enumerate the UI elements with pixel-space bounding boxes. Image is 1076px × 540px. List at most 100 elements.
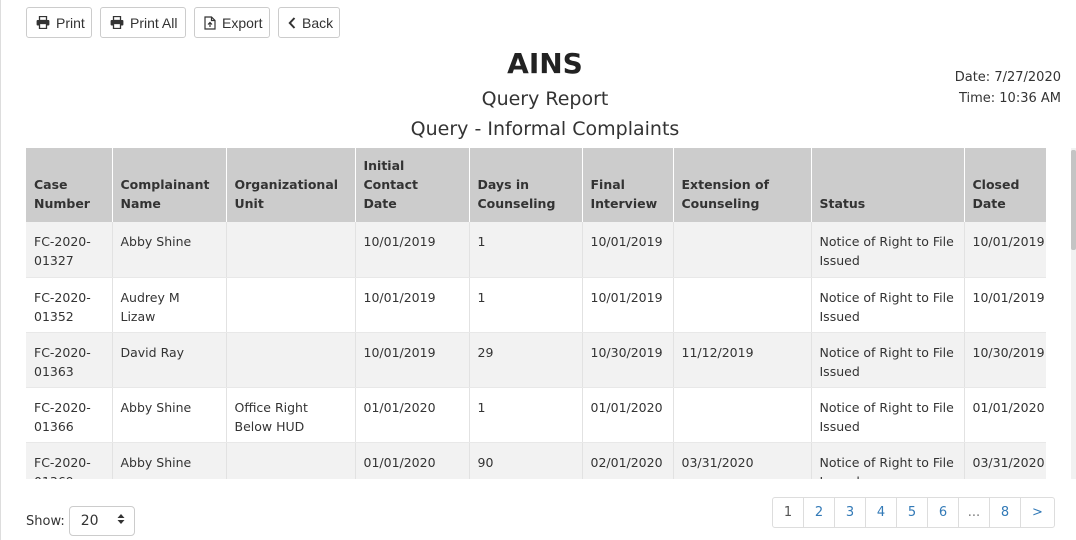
next-page-button[interactable]: > <box>1020 497 1055 528</box>
cell-extension-of-counseling <box>673 222 812 278</box>
table-row[interactable]: FC-2020-01363 David Ray 10/01/2019 29 10… <box>26 332 1046 388</box>
cell-org-unit <box>226 442 356 479</box>
date-label: Date: <box>954 70 991 85</box>
cell-status: Notice of Right to File Issued <box>811 222 965 278</box>
time-label: Time: <box>958 91 996 106</box>
cell-closed-date: 01/01/2020 <box>964 387 1046 443</box>
cell-days-in-counseling: 1 <box>469 277 583 333</box>
cell-days-in-counseling: 1 <box>469 387 583 443</box>
table-row[interactable]: FC-2020-01366 Abby Shine Office Right Be… <box>26 387 1046 443</box>
column-header-case-number[interactable]: Case Number <box>26 148 113 222</box>
printer-icon <box>36 16 50 29</box>
column-header-extension-of-counseling[interactable]: Extension of Counseling <box>673 148 812 222</box>
table-row[interactable]: FC-2020-01369 Abby Shine 01/01/2020 90 0… <box>26 442 1046 479</box>
cell-case-number: FC-2020-01369 <box>26 442 113 479</box>
cell-status: Notice of Right to File Issued <box>811 442 965 479</box>
cell-final-interview: 10/01/2019 <box>582 277 674 333</box>
cell-closed-date: 10/30/2019 <box>964 332 1046 388</box>
page-8-button[interactable]: 8 <box>989 497 1021 528</box>
cell-case-number: FC-2020-01363 <box>26 332 113 388</box>
app-title: AINS <box>507 47 583 80</box>
page-6-button[interactable]: 6 <box>927 497 959 528</box>
cell-org-unit <box>226 332 356 388</box>
cell-initial-contact-date: 10/01/2019 <box>355 277 470 333</box>
column-header-initial-contact-date[interactable]: Initial Contact Date <box>355 148 470 222</box>
scrollbar-thumb[interactable] <box>1071 150 1076 250</box>
cell-case-number: FC-2020-01327 <box>26 222 113 278</box>
toolbar: Print Print All Export Back <box>26 7 340 38</box>
cell-case-number: FC-2020-01352 <box>26 277 113 333</box>
vertical-scrollbar[interactable] <box>1071 148 1076 479</box>
cell-status: Notice of Right to File Issued <box>811 277 965 333</box>
show-label: Show: <box>26 513 65 529</box>
pagination: 1 2 3 4 5 6 ... 8 > <box>772 497 1055 528</box>
cell-org-unit <box>226 277 356 333</box>
cell-extension-of-counseling <box>673 277 812 333</box>
page-size-value: 20 <box>80 513 99 529</box>
results-table: Case Number Complainant Name Organizationa… <box>26 148 1046 479</box>
print-button[interactable]: Print <box>26 7 92 38</box>
cell-closed-date: 10/01/2019 <box>964 277 1046 333</box>
cell-closed-date: 03/31/2020 <box>964 442 1046 479</box>
column-header-organizational-unit[interactable]: Organizational Unit <box>226 148 356 222</box>
cell-complainant-name: David Ray <box>112 332 227 388</box>
column-header-final-interview[interactable]: Final Interview <box>582 148 674 222</box>
cell-final-interview: 01/01/2020 <box>582 387 674 443</box>
cell-complainant-name: Abby Shine <box>112 387 227 443</box>
page-ellipsis: ... <box>958 497 990 528</box>
query-title: Query - Informal Complaints <box>410 118 680 140</box>
print-all-label: Print All <box>130 14 178 31</box>
cell-complainant-name: Audrey M Lizaw <box>112 277 227 333</box>
export-button[interactable]: Export <box>194 7 270 38</box>
table-row[interactable]: FC-2020-01327 Abby Shine 10/01/2019 1 10… <box>26 222 1046 278</box>
cell-initial-contact-date: 10/01/2019 <box>355 332 470 388</box>
cell-extension-of-counseling: 11/12/2019 <box>673 332 812 388</box>
cell-status: Notice of Right to File Issued <box>811 332 965 388</box>
print-all-button[interactable]: Print All <box>100 7 186 38</box>
cell-complainant-name: Abby Shine <box>112 442 227 479</box>
date-value: 7/27/2020 <box>994 70 1061 85</box>
column-header-days-in-counseling[interactable]: Days in Counseling <box>469 148 583 222</box>
cell-initial-contact-date: 10/01/2019 <box>355 222 470 278</box>
chevron-left-icon <box>288 16 296 29</box>
column-header-closed-date[interactable]: Closed Date <box>964 148 1046 222</box>
cell-case-number: FC-2020-01366 <box>26 387 113 443</box>
page-3-button[interactable]: 3 <box>834 497 866 528</box>
cell-final-interview: 10/30/2019 <box>582 332 674 388</box>
page-border <box>0 0 1 540</box>
export-label: Export <box>222 14 263 31</box>
page-size-select[interactable]: 20 <box>68 506 135 536</box>
printer-icon <box>110 16 124 29</box>
cell-final-interview: 10/01/2019 <box>582 222 674 278</box>
cell-org-unit: Office Right Below HUD <box>226 387 356 443</box>
report-timestamp: Date: 7/27/2020 Time: 10:36 AM <box>955 67 1061 109</box>
cell-org-unit <box>226 222 356 278</box>
results-table-container[interactable]: Case Number Complainant Name Organizationa… <box>26 148 1046 479</box>
cell-status: Notice of Right to File Issued <box>811 387 965 443</box>
date-row: Date: 7/27/2020 <box>955 67 1061 88</box>
cell-final-interview: 02/01/2020 <box>582 442 674 479</box>
cell-days-in-counseling: 1 <box>469 222 583 278</box>
time-value: 10:36 AM <box>999 91 1061 106</box>
table-row[interactable]: FC-2020-01352 Audrey M Lizaw 10/01/2019 … <box>26 277 1046 333</box>
cell-extension-of-counseling: 03/31/2020 <box>673 442 812 479</box>
back-button[interactable]: Back <box>278 7 340 38</box>
file-export-icon <box>204 15 216 30</box>
cell-extension-of-counseling <box>673 387 812 443</box>
back-label: Back <box>302 14 334 31</box>
page-5-button[interactable]: 5 <box>896 497 928 528</box>
column-header-status[interactable]: Status <box>811 148 965 222</box>
cell-complainant-name: Abby Shine <box>112 222 227 278</box>
page-1-button[interactable]: 1 <box>772 497 804 528</box>
cell-initial-contact-date: 01/01/2020 <box>355 387 470 443</box>
cell-days-in-counseling: 90 <box>469 442 583 479</box>
page-2-button[interactable]: 2 <box>803 497 835 528</box>
cell-closed-date: 10/01/2019 <box>964 222 1046 278</box>
report-title: Query Report <box>481 88 609 110</box>
column-header-complainant-name[interactable]: Complainant Name <box>112 148 227 222</box>
page-size-control: Show: 20 <box>26 506 135 536</box>
page-4-button[interactable]: 4 <box>865 497 897 528</box>
cell-initial-contact-date: 01/01/2020 <box>355 442 470 479</box>
table-header-row: Case Number Complainant Name Organizationa… <box>26 148 1046 222</box>
print-label: Print <box>56 14 85 31</box>
